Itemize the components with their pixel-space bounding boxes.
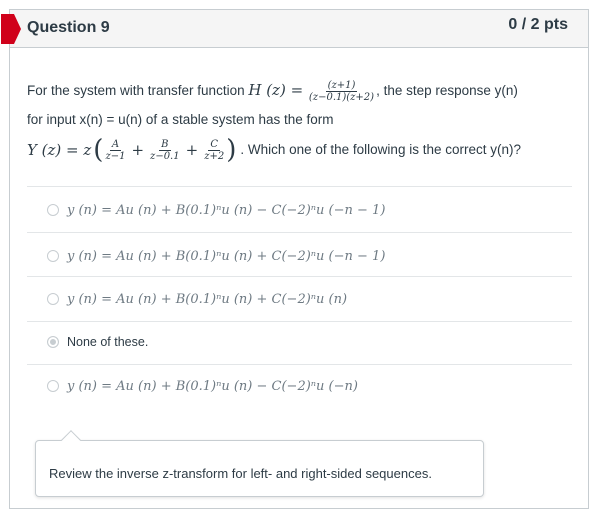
option-divider [27,186,572,187]
term-c-denominator: z+2 [204,150,225,162]
response-lhs: Y (z) = z [27,141,92,159]
answer-option-4[interactable]: None of these. [27,327,572,357]
answer-option-label: y (n) = Au (n) + B(0.1)ⁿu (n) − C(−2)ⁿu … [67,378,358,394]
option-divider [27,232,572,233]
term-b-fraction: B z−0.1 [148,139,182,162]
answer-option-5[interactable]: y (n) = Au (n) + B(0.1)ⁿu (n) − C(−2)ⁿu … [27,371,572,401]
question-card: Question 9 0 / 2 pts For the system with… [1,9,589,509]
answer-option-3[interactable]: y (n) = Au (n) + B(0.1)ⁿu (n) + C(−2)ⁿu … [27,284,572,314]
term-b-denominator: z−0.1 [150,150,180,162]
option-divider [27,321,572,322]
term-b-numerator: B [159,138,171,151]
transfer-function-numerator: (z+1) [325,80,358,92]
answer-option-label: y (n) = Au (n) + B(0.1)ⁿu (n) − C(−2)ⁿu … [67,202,386,218]
option-divider [27,364,572,365]
radio-button[interactable] [47,293,59,305]
question-text-segment: , the step response y(n) [376,83,518,99]
left-paren: ( [93,135,104,165]
feedback-box: Review the inverse z-transform for left-… [35,430,484,497]
answer-option-label: y (n) = Au (n) + B(0.1)ⁿu (n) + C(−2)ⁿu … [67,291,348,307]
transfer-function-fraction: (z+1) (z−0.1)(z+2) [307,80,376,103]
question-points: 0 / 2 pts [508,16,568,33]
right-paren: ) [226,135,237,165]
radio-button[interactable] [47,380,59,392]
answer-option-label: y (n) = Au (n) + B(0.1)ⁿu (n) + C(−2)ⁿu … [67,248,386,264]
question-text-line-1: For the system with transfer function H … [27,80,572,103]
radio-button-selected[interactable] [47,336,59,348]
radio-button[interactable] [47,250,59,262]
question-title: Question 9 [27,19,110,36]
question-text-segment: For the system with transfer function [27,83,249,99]
transfer-function-denominator: (z−0.1)(z+2) [308,92,375,103]
feedback-text: Review the inverse z-transform for left-… [49,466,432,481]
radio-button[interactable] [47,204,59,216]
term-c-numerator: C [208,138,221,151]
term-c-fraction: C z+2 [202,139,226,162]
term-a-denominator: z−1 [105,150,126,162]
answer-option-1[interactable]: y (n) = Au (n) + B(0.1)ⁿu (n) − C(−2)ⁿu … [27,195,572,225]
answer-option-label: None of these. [67,335,149,349]
question-text-segment: . Which one of the following is the corr… [240,142,521,157]
question-text-line-2: for input x(n) = u(n) of a stable system… [27,112,334,127]
transfer-function-lhs: H (z) = [248,81,304,100]
answer-option-2[interactable]: y (n) = Au (n) + B(0.1)ⁿu (n) + C(−2)ⁿu … [27,241,572,271]
plus-sign: + [185,141,199,159]
term-a-numerator: A [109,138,122,151]
question-header: Question 9 0 / 2 pts [1,10,588,48]
feedback-arrow [61,430,81,450]
incorrect-flag-icon [1,14,21,44]
term-a-fraction: A z−1 [103,139,127,162]
question-text-line-3: Y (z) = z ( A z−1 + B z−0.1 + C z+2 ) . … [27,135,572,165]
plus-sign: + [131,141,145,159]
option-divider [27,276,572,277]
